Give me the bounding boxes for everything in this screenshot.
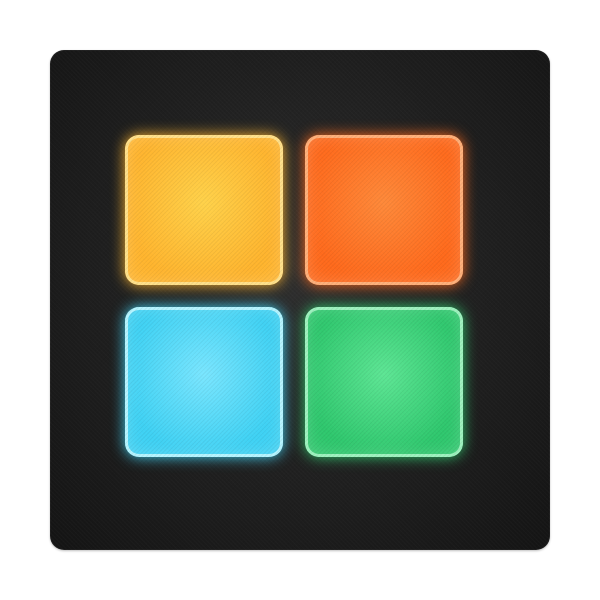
pad-cyan[interactable]	[117, 299, 291, 465]
pad-yellow[interactable]	[117, 127, 291, 293]
pad-grid	[117, 127, 475, 475]
stage	[0, 0, 600, 600]
app-icon[interactable]	[50, 50, 550, 550]
pad-orange-light	[305, 135, 463, 285]
pad-orange[interactable]	[297, 127, 471, 293]
pad-cyan-light	[125, 307, 283, 457]
pad-green[interactable]	[297, 299, 471, 465]
pad-yellow-light	[125, 135, 283, 285]
pad-green-light	[305, 307, 463, 457]
